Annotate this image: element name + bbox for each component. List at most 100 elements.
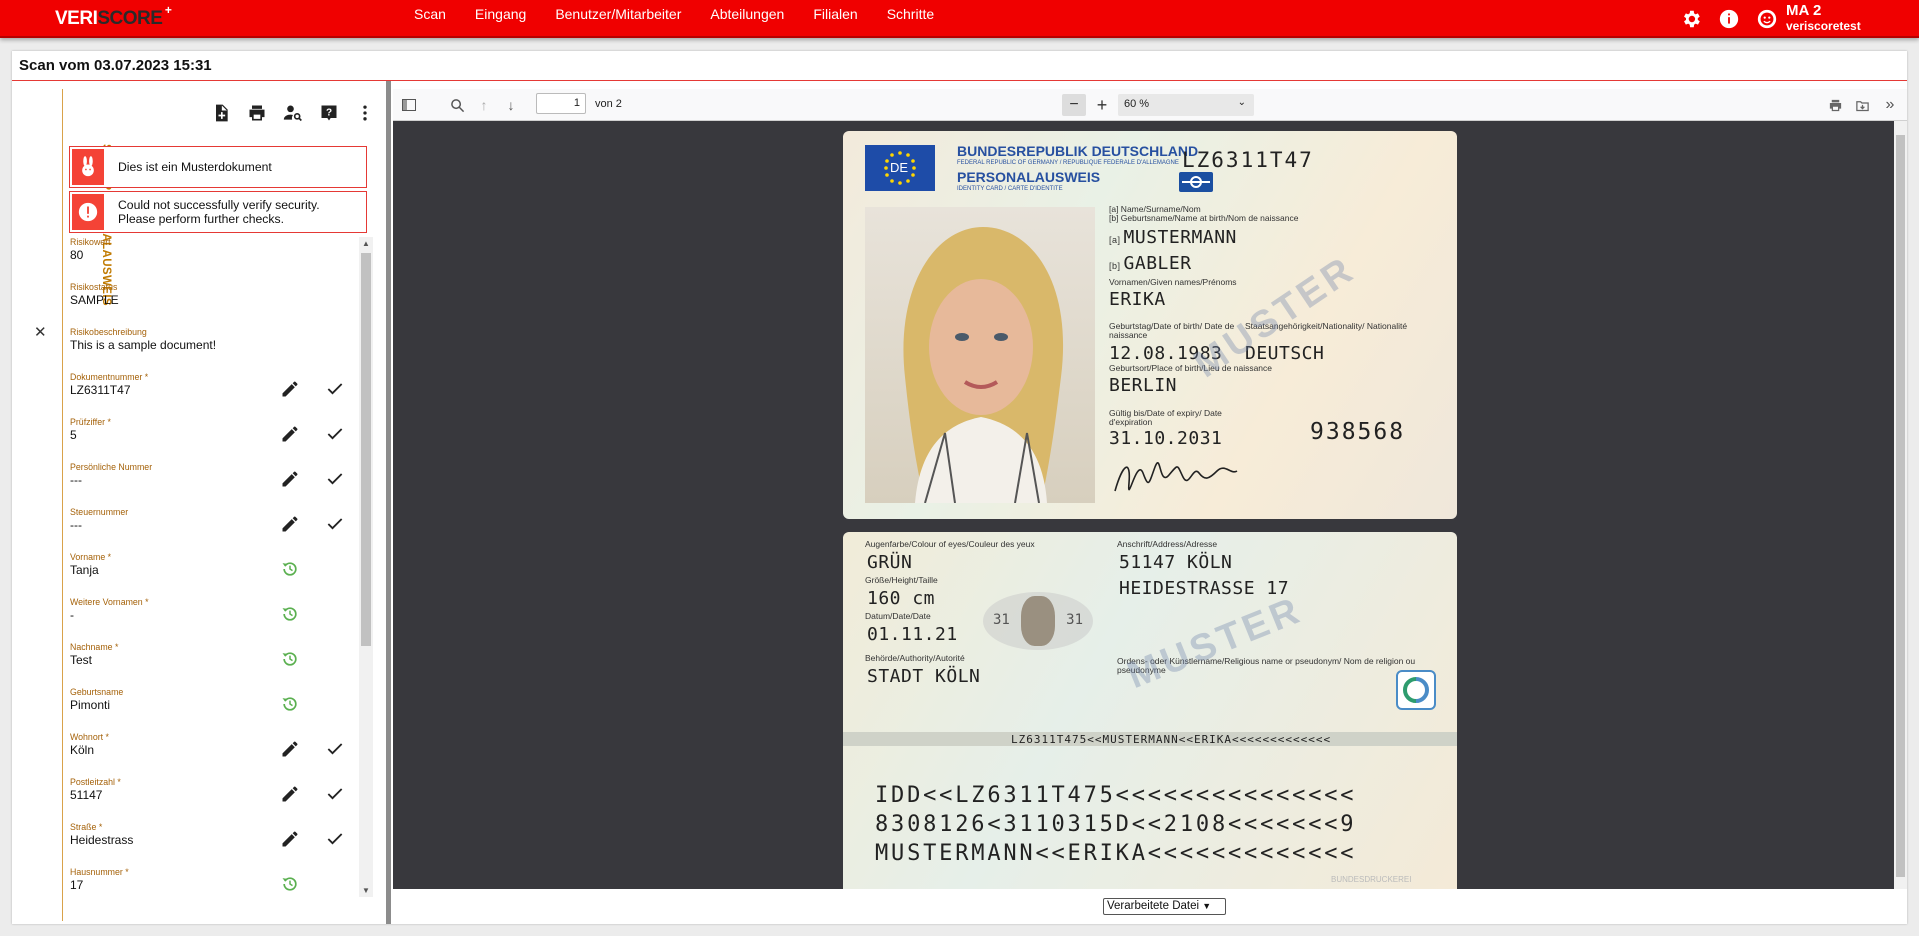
restore-history-icon[interactable] (280, 649, 302, 671)
field-value[interactable]: LZ6311T47 (70, 383, 131, 397)
field-value[interactable]: - (70, 608, 74, 622)
confirm-check-icon[interactable] (325, 829, 347, 851)
edit-pencil-icon[interactable] (280, 784, 302, 806)
scroll-up-icon[interactable]: ▲ (362, 239, 370, 248)
page-number-input[interactable]: 1 (536, 93, 586, 114)
field-row: Prüfziffer * 5 (70, 417, 355, 462)
field-value[interactable]: 17 (70, 878, 83, 892)
new-document-icon[interactable] (209, 101, 233, 125)
chevron-down-icon: ⌄ (1237, 97, 1246, 108)
restore-history-icon[interactable] (280, 694, 302, 716)
zoom-out-button[interactable]: − (1062, 94, 1086, 116)
tools-menu-icon[interactable]: » (1879, 94, 1901, 116)
edit-pencil-icon[interactable] (280, 829, 302, 851)
nav-abteilungen[interactable]: Abteilungen (710, 6, 784, 22)
page-total: von 2 (595, 98, 622, 110)
viewer-scrollbar[interactable] (1894, 121, 1907, 889)
edit-pencil-icon[interactable] (280, 469, 302, 491)
edit-pencil-icon[interactable] (280, 379, 302, 401)
field-list[interactable]: Risikowert 80 Risikostatus SAMPLE Risikobesc… (69, 237, 357, 897)
nav-schritte[interactable]: Schritte (887, 6, 934, 22)
rabbit-icon (72, 149, 104, 185)
file-select[interactable]: Verarbeitete Datei ▼ (1103, 898, 1226, 915)
side-tab[interactable]: SCAN-PERSONALAUSWEIS ✕ (30, 101, 112, 356)
print-icon[interactable] (245, 101, 269, 125)
confirm-check-icon[interactable] (325, 379, 347, 401)
authority-label: Behörde/Authority/Autorité (865, 653, 965, 663)
zoom-in-button[interactable]: + (1090, 94, 1114, 116)
field-value[interactable]: Heidestrass (70, 833, 133, 847)
field-value[interactable]: SAMPLE (70, 293, 119, 307)
print-icon[interactable] (1824, 94, 1846, 116)
eu-code: DE (889, 160, 910, 175)
field-value[interactable]: Köln (70, 743, 94, 757)
confirm-check-icon[interactable] (325, 514, 347, 536)
ghost-number-left: 31 (993, 612, 1010, 628)
nav-benutzer[interactable]: Benutzer/Mitarbeiter (555, 6, 681, 22)
search-icon[interactable] (446, 94, 468, 116)
close-icon[interactable]: ✕ (34, 323, 47, 341)
field-value[interactable]: Test (70, 653, 92, 667)
field-value[interactable]: Tanja (70, 563, 99, 577)
title-divider (12, 80, 1907, 81)
restore-history-icon[interactable] (280, 559, 302, 581)
field-value[interactable]: 80 (70, 248, 83, 262)
restore-history-icon[interactable] (280, 604, 302, 626)
field-label: Risikostatus (70, 282, 118, 292)
sidebar-toggle-icon[interactable] (398, 94, 420, 116)
mrz-line-2: 8308126<3110315D<<2108<<<<<<<9 (875, 812, 1357, 837)
eu-flag-icon: DE (865, 145, 935, 191)
restore-history-icon[interactable] (280, 874, 302, 896)
nav-eingang[interactable]: Eingang (475, 6, 526, 22)
id-issue-date: 01.11.21 (867, 624, 958, 645)
field-value[interactable]: --- (70, 473, 82, 487)
id-card-number: LZ6311T47 (1182, 148, 1314, 172)
alert-text: Could not successfully verify security. … (118, 198, 320, 226)
nav-filialen[interactable]: Filialen (813, 6, 857, 22)
field-value[interactable]: 5 (70, 428, 77, 442)
field-list-scrollbar[interactable]: ▲ ▼ (359, 237, 373, 897)
more-options-icon[interactable] (353, 101, 377, 125)
info-icon[interactable] (1718, 8, 1740, 30)
edit-pencil-icon[interactable] (280, 514, 302, 536)
panel-splitter[interactable] (386, 81, 391, 924)
field-row: Dokumentnummer * LZ6311T47 (70, 372, 355, 417)
expiry-label: Gültig bis/Date of expiry/ Date d'expira… (1109, 408, 1222, 427)
ghost-image: 31 31 (983, 592, 1093, 650)
edit-pencil-icon[interactable] (280, 424, 302, 446)
settings-gear-icon[interactable] (1680, 8, 1702, 30)
nav-scan[interactable]: Scan (414, 6, 446, 22)
confirm-check-icon[interactable] (325, 469, 347, 491)
field-value[interactable]: This is a sample document! (70, 338, 216, 352)
main-nav: Scan Eingang Benutzer/Mitarbeiter Abteil… (414, 6, 934, 22)
edit-pencil-icon[interactable] (280, 739, 302, 761)
confirm-check-icon[interactable] (325, 739, 347, 761)
user-avatar-icon[interactable] (1756, 8, 1778, 30)
field-label: Hausnummer * (70, 867, 129, 877)
download-icon[interactable] (1851, 94, 1873, 116)
field-row: Postleitzahl * 51147 (70, 777, 355, 822)
alert-text: Dies ist ein Musterdokument (118, 160, 272, 174)
next-page-icon[interactable]: ↓ (500, 94, 522, 116)
user-info[interactable]: MA 2 veriscoretest (1786, 3, 1861, 34)
field-label: Nachname * (70, 642, 119, 652)
scrollbar-thumb[interactable] (361, 253, 371, 646)
previous-page-icon[interactable]: ↑ (473, 94, 495, 116)
field-value[interactable]: --- (70, 518, 82, 532)
confirm-check-icon[interactable] (325, 424, 347, 446)
app-logo[interactable]: VERISCORE + (55, 3, 172, 30)
zoom-select[interactable]: 60 % ⌄ (1118, 94, 1254, 116)
id-eyes: GRÜN (867, 552, 913, 573)
field-row: Straße * Heidestrass (70, 822, 355, 867)
scroll-down-icon[interactable]: ▼ (362, 886, 370, 895)
sample-document-alert: Dies ist ein Musterdokument (69, 146, 367, 188)
viewer-scrollbar-thumb[interactable] (1896, 135, 1905, 877)
help-icon[interactable]: ? (317, 101, 341, 125)
person-search-icon[interactable] (281, 101, 305, 125)
file-select-value: Verarbeitete Datei (1107, 900, 1200, 912)
field-value[interactable]: 51147 (70, 788, 102, 802)
confirm-check-icon[interactable] (325, 784, 347, 806)
field-value[interactable]: Pimonti (70, 698, 110, 712)
id-photo (865, 207, 1095, 503)
id-pob: BERLIN (1109, 375, 1178, 396)
